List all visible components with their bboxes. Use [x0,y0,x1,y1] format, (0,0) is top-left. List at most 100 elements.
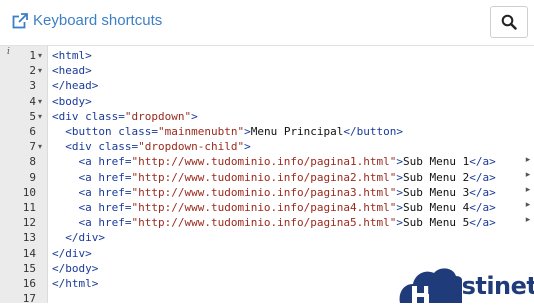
code-token: </body> [52,261,99,275]
code-token: <head> [52,64,92,78]
code-line[interactable]: 5 ▾ <div class="dropdown"> [0,109,534,124]
code-token: </a> [469,216,496,230]
code-token: "dropdown" [124,109,192,123]
code-text: <a href="http://www.tudominio.info/pagin… [52,185,495,200]
code-line[interactable]: 14 </div> [0,246,534,261]
code-token: href= [98,201,132,214]
code-token: <html> [52,49,92,62]
code-text: <a href="http://www.tudominio.info/pagin… [52,154,496,169]
line-number: 9 [29,170,36,184]
line-number: 8 [29,155,36,169]
code-token: <a [52,185,99,199]
code-token: > [191,109,198,123]
code-token: "http://www.tudominio.info/pagina2.html" [131,170,397,184]
code-token: <button [52,125,119,138]
code-token: Sub Menu 5 [403,216,470,230]
code-token: "http://www.tudominio.info/pagina4.html" [131,201,397,214]
code-line[interactable]: 6 <button class="mainmenubtn">Menu Princ… [0,124,534,139]
code-token: > [244,125,251,138]
fold-toggle-icon[interactable]: ▾ [38,109,46,124]
code-token: </a> [469,155,496,169]
code-token: Sub Menu 3 [403,185,470,199]
fold-toggle-icon[interactable]: ▾ [38,63,46,78]
code-text: <button class="mainmenubtn">Menu Princip… [52,124,403,139]
code-token: "http://www.tudominio.info/pagina1.html" [131,155,397,169]
code-token: </div> [52,246,92,260]
line-number: 17 [22,292,36,306]
toolbar: Keyboard shortcuts [0,0,534,46]
code-text: </body> [52,261,98,276]
code-text: </html> [52,276,98,291]
line-number: 10 [22,185,36,199]
scroll-right-button[interactable]: ▸ [522,212,534,226]
code-token: href= [98,185,132,199]
code-line[interactable]: 8 <a href="http://www.tudominio.info/pag… [0,154,534,169]
code-line[interactable]: 12 <a href="http://www.tudominio.info/pa… [0,215,534,230]
code-text: </head> [52,78,98,93]
scroll-right-button[interactable]: ▸ [522,182,534,196]
line-number: 11 [22,201,36,214]
line-number: 4 [29,94,36,108]
line-number: 3 [29,79,36,93]
code-token: <div [52,109,86,123]
code-token: "dropdown-child" [138,140,245,154]
code-text: <a href="http://www.tudominio.info/pagin… [52,170,495,185]
code-token: "http://www.tudominio.info/pagina3.html" [131,185,397,199]
code-token: </div> [52,231,105,245]
code-token: class= [118,125,158,138]
code-line[interactable]: 11 <a href="http://www.tudominio.info/pa… [0,200,534,215]
line-number: 2 [29,64,36,78]
code-token: </a> [469,201,496,214]
keyboard-shortcuts-link[interactable]: Keyboard shortcuts [12,12,162,29]
scroll-right-button[interactable]: ▸ [522,152,534,166]
code-token: <a [52,155,99,169]
code-token: <div [52,140,99,154]
code-line[interactable]: 10 <a href="http://www.tudominio.info/pa… [0,185,534,200]
code-line[interactable]: 1 ▾ <html> [0,48,534,63]
code-text: </div> [52,246,92,261]
code-line[interactable]: 7 ▾ <div class="dropdown-child"> [0,139,534,154]
fold-toggle-icon[interactable]: ▾ [38,94,46,109]
code-token: <a [52,201,99,214]
code-token: class= [85,109,125,123]
fold-toggle-icon[interactable]: ▾ [38,48,46,63]
code-text: <head> [52,63,92,78]
code-line[interactable]: 2 ▾ <head> [0,63,534,78]
search-button[interactable] [490,6,528,38]
line-number: 12 [22,216,36,230]
line-number: 1 [29,49,36,62]
scroll-right-button[interactable]: ▸ [522,167,534,181]
line-number: 13 [22,231,36,245]
code-token: "http://www.tudominio.info/pagina5.html" [131,216,397,230]
code-text: <div class="dropdown"> [52,109,198,124]
line-number: 16 [22,277,36,290]
code-token: Sub Menu 2 [403,170,470,184]
code-token: <a [52,170,99,184]
code-token: Sub Menu 4 [403,201,470,214]
code-token: "mainmenubtn" [157,125,245,138]
code-token: > [244,140,251,154]
code-text: <a href="http://www.tudominio.info/pagin… [52,215,496,230]
code-token: Menu Principal [250,125,344,138]
code-text: <div class="dropdown-child"> [52,139,251,154]
code-token: Sub Menu 1 [403,155,470,169]
code-token: <a [52,216,99,230]
keyboard-shortcuts-label: Keyboard shortcuts [33,12,163,29]
code-line[interactable]: 9 <a href="http://www.tudominio.info/pag… [0,170,534,185]
scroll-right-button[interactable]: ▸ [522,197,534,211]
code-token: </html> [52,277,99,290]
fold-toggle-icon[interactable]: ▾ [38,139,46,154]
code-line[interactable]: 3 </head> [0,78,534,93]
code-line[interactable]: 4 ▾ <body> [0,94,534,109]
search-icon [501,14,517,30]
code-text: <html> [52,48,92,63]
line-number: 5 [29,109,36,123]
code-token: </head> [52,79,99,93]
code-line[interactable]: 13 </div> [0,230,534,245]
line-number: 15 [22,261,36,275]
code-text: </div> [52,230,105,245]
line-number: 14 [22,246,36,260]
code-token: class= [98,140,139,154]
code-token: <body> [52,94,92,108]
hostinet-logo: Hostinet [398,262,534,303]
